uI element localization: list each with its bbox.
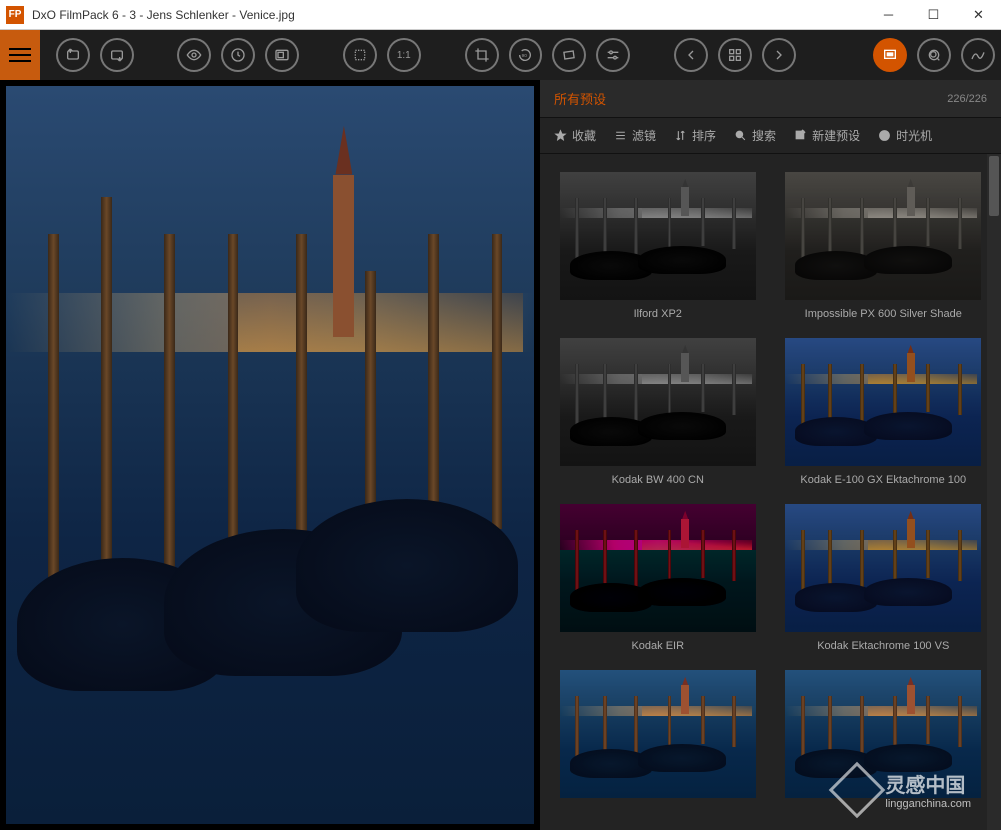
- preset-item[interactable]: [554, 670, 762, 806]
- prev-button[interactable]: [674, 38, 708, 72]
- rotate-button[interactable]: 90: [509, 38, 543, 72]
- content: 所有预设 226/226 收藏 滤镜 排序 搜索 新建预设 时光机 Ilford…: [0, 80, 1001, 830]
- preset-label: Kodak BW 400 CN: [612, 474, 704, 486]
- snapshot-button[interactable]: [265, 38, 299, 72]
- presets-list[interactable]: Ilford XP2 Impossible PX 600 Silver Shad…: [540, 154, 1001, 830]
- preset-item[interactable]: Ilford XP2: [554, 172, 762, 320]
- preset-label: Ilford XP2: [634, 308, 682, 320]
- preset-label: Kodak E-100 GX Ektachrome 100: [800, 474, 966, 486]
- new-preset-button[interactable]: 新建预设: [794, 127, 860, 144]
- compare-button[interactable]: [917, 38, 951, 72]
- preset-label: Kodak Ektachrome 100 VS: [817, 640, 949, 652]
- minimize-button[interactable]: ─: [866, 0, 911, 30]
- preset-thumb: [560, 172, 756, 300]
- preset-item[interactable]: Impossible PX 600 Silver Shade: [780, 172, 988, 320]
- filter-filter[interactable]: 滤镜: [614, 127, 656, 144]
- straighten-button[interactable]: [552, 38, 586, 72]
- zoom-1-1-button[interactable]: 1:1: [387, 38, 421, 72]
- history-button[interactable]: [221, 38, 255, 72]
- presets-panel: 所有预设 226/226 收藏 滤镜 排序 搜索 新建预设 时光机 Ilford…: [540, 80, 1001, 830]
- filter-bar: 收藏 滤镜 排序 搜索 新建预设 时光机: [540, 118, 1001, 154]
- maximize-button[interactable]: ☐: [911, 0, 956, 30]
- preview-eye-button[interactable]: [177, 38, 211, 72]
- search-filter[interactable]: 搜索: [734, 127, 776, 144]
- preset-thumb: [785, 670, 981, 798]
- close-button[interactable]: ✕: [956, 0, 1001, 30]
- preset-item[interactable]: [780, 670, 988, 806]
- svg-text:90: 90: [522, 53, 528, 58]
- adjust-button[interactable]: [596, 38, 630, 72]
- preset-item[interactable]: Kodak EIR: [554, 504, 762, 652]
- ratio-label: 1:1: [397, 50, 411, 61]
- preset-item[interactable]: Kodak BW 400 CN: [554, 338, 762, 486]
- preset-thumb: [560, 338, 756, 466]
- scrollbar-thumb[interactable]: [989, 156, 999, 216]
- preset-item[interactable]: Kodak Ektachrome 100 VS: [780, 504, 988, 652]
- toolbar: 1:1 90: [0, 30, 1001, 80]
- panel-title[interactable]: 所有预设: [554, 89, 947, 108]
- preset-item[interactable]: Kodak E-100 GX Ektachrome 100: [780, 338, 988, 486]
- sort-filter[interactable]: 排序: [674, 127, 716, 144]
- crop-button[interactable]: [465, 38, 499, 72]
- preset-count: 226/226: [947, 93, 987, 105]
- preset-label: Kodak EIR: [631, 640, 684, 652]
- scrollbar[interactable]: [987, 154, 1001, 830]
- presets-panel-button[interactable]: [873, 38, 907, 72]
- favorites-filter[interactable]: 收藏: [554, 127, 596, 144]
- preview-image: [6, 86, 534, 824]
- time-machine-button[interactable]: 时光机: [878, 127, 932, 144]
- window-title: DxO FilmPack 6 - 3 - Jens Schlenker - Ve…: [32, 8, 866, 22]
- preset-label: Impossible PX 600 Silver Shade: [805, 308, 962, 320]
- preset-thumb: [560, 504, 756, 632]
- preset-thumb: [785, 504, 981, 632]
- titlebar: FP DxO FilmPack 6 - 3 - Jens Schlenker -…: [0, 0, 1001, 30]
- next-button[interactable]: [762, 38, 796, 72]
- save-image-button[interactable]: [100, 38, 134, 72]
- fit-button[interactable]: [343, 38, 377, 72]
- preview-pane[interactable]: [0, 80, 540, 830]
- preset-thumb: [785, 172, 981, 300]
- preset-thumb: [785, 338, 981, 466]
- preset-thumb: [560, 670, 756, 798]
- histogram-button[interactable]: [961, 38, 995, 72]
- panel-header: 所有预设 226/226: [540, 80, 1001, 118]
- menu-button[interactable]: [0, 30, 40, 80]
- open-image-button[interactable]: [56, 38, 90, 72]
- app-icon: FP: [6, 6, 24, 24]
- grid-view-button[interactable]: [718, 38, 752, 72]
